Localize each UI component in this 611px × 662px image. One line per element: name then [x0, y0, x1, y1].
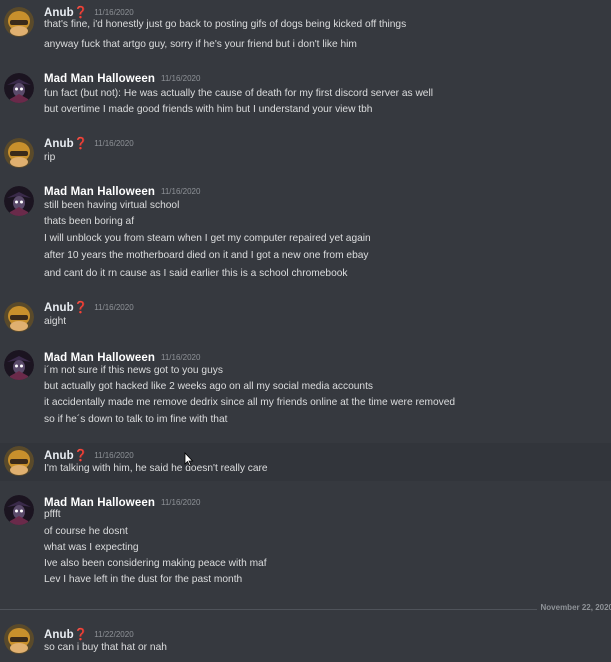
message-group: Mad Man Halloween 11/16/2020 pffft of cou… [0, 491, 611, 591]
timestamp: 11/16/2020 [94, 451, 134, 460]
message-group: Mad Man Halloween 11/16/2020 fun fact (bu… [0, 69, 611, 119]
message-header: Mad Man Halloween 11/16/2020 [44, 348, 200, 364]
message-text: but actually got hacked like 2 weeks ago… [44, 381, 374, 392]
message-text: that's fine, i'd honestly just go back t… [44, 19, 407, 30]
message-text: I'm talking with him, he said he doesn't… [44, 463, 268, 474]
anub-avatar[interactable] [4, 7, 34, 37]
username[interactable]: Anub❓ [44, 450, 88, 462]
message-text: I will unblock you from steam when I get… [44, 233, 371, 244]
username[interactable]: Mad Man Halloween [44, 73, 155, 85]
timestamp: 11/16/2020 [160, 187, 201, 196]
timestamp: 11/22/2020 [94, 630, 134, 639]
message-text: what was I expecting [44, 542, 139, 553]
timestamp: 11/16/2020 [94, 303, 134, 312]
message-group: Mad Man Halloween 11/16/2020 still been h… [0, 182, 611, 282]
message-text: still been having virtual school [44, 200, 180, 211]
message-text: thats been boring af [44, 216, 135, 227]
username[interactable]: Anub❓ [44, 629, 88, 641]
message-header: Anub❓ 11/16/2020 [44, 298, 134, 314]
anub-avatar[interactable] [4, 138, 34, 168]
mad-man-halloween-avatar[interactable] [4, 495, 34, 525]
message-group: Anub❓ 11/16/2020 rip [0, 134, 611, 170]
message-text: pffft [44, 509, 61, 520]
message-text: i´m not sure if this news got to you guy… [44, 365, 223, 376]
message-text: so can i buy that hat or nah [44, 642, 167, 653]
message-header: Anub❓ 11/22/2020 [44, 625, 134, 641]
timestamp: 11/16/2020 [94, 139, 134, 148]
message-group: Anub❓ 11/22/2020 so can i buy that hat or… [0, 623, 611, 662]
mouse-cursor-icon [184, 451, 194, 467]
mad-man-halloween-avatar[interactable] [4, 350, 34, 380]
message-text: it accidentally made me remove dedrix si… [44, 397, 456, 408]
date-divider-label: November 22, 2020 [536, 603, 611, 612]
message-header: Anub❓ 11/16/2020 [44, 134, 134, 150]
message-text: Ive also been considering making peace w… [44, 558, 267, 569]
message-group: Anub❓ 11/16/2020 that's fine, i'd honestl… [0, 3, 611, 53]
message-text: aight [44, 316, 67, 327]
timestamp: 11/16/2020 [160, 498, 201, 507]
message-text: of course he dosnt [44, 526, 128, 537]
timestamp: 11/16/2020 [94, 8, 134, 17]
message-header: Mad Man Halloween 11/16/2020 [44, 493, 200, 509]
anub-avatar[interactable] [4, 302, 34, 332]
message-group: Anub❓ 11/16/2020 aight [0, 298, 611, 334]
username[interactable]: Anub❓ [44, 302, 88, 314]
message-group: Mad Man Halloween 11/16/2020 i´m not sure… [0, 346, 611, 430]
username[interactable]: Mad Man Halloween [44, 352, 155, 364]
timestamp: 11/16/2020 [160, 74, 201, 83]
message-text: fun fact (but not): He was actually the … [44, 88, 433, 99]
message-text: anyway fuck that artgo guy, sorry if he'… [44, 39, 357, 50]
anub-avatar[interactable] [4, 624, 34, 654]
message-text: but overtime I made good friends with hi… [44, 104, 373, 115]
message-header: Anub❓ 11/16/2020 [44, 3, 134, 19]
date-divider [0, 609, 611, 610]
message-text: so if he´s down to talk to im fine with … [44, 414, 228, 425]
message-text: and cant do it rn cause as I said earlie… [44, 268, 348, 279]
username[interactable]: Anub❓ [44, 138, 88, 150]
message-text: after 10 years the motherboard died on i… [44, 250, 369, 261]
username[interactable]: Mad Man Halloween [44, 186, 155, 198]
message-header: Mad Man Halloween 11/16/2020 [44, 69, 200, 85]
chat-message-list[interactable]: Anub❓ 11/16/2020 that's fine, i'd honestl… [0, 0, 611, 662]
message-header: Mad Man Halloween 11/16/2020 [44, 182, 200, 198]
message-group: Anub❓ 11/16/2020 I'm talking with him, he… [0, 443, 611, 481]
mad-man-halloween-avatar[interactable] [4, 73, 34, 103]
timestamp: 11/16/2020 [160, 353, 201, 362]
message-text: rip [44, 152, 56, 163]
username[interactable]: Mad Man Halloween [44, 497, 155, 509]
mad-man-halloween-avatar[interactable] [4, 186, 34, 216]
message-header: Anub❓ 11/16/2020 [44, 446, 134, 462]
message-text: Lev I have left in the dust for the past… [44, 574, 243, 585]
anub-avatar[interactable] [4, 446, 34, 476]
